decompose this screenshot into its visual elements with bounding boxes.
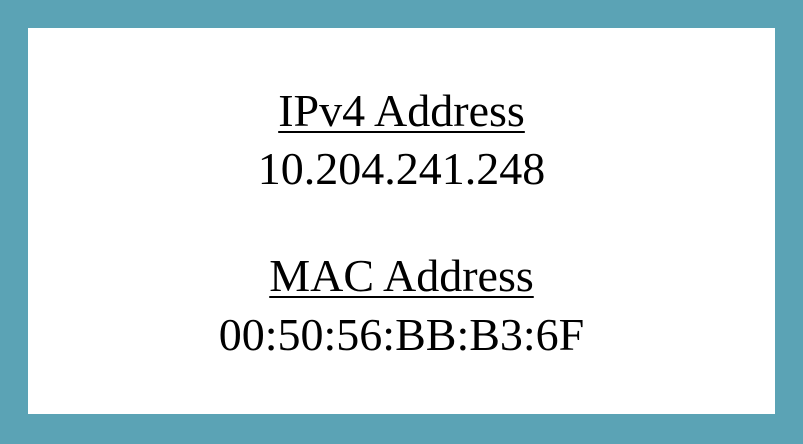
ipv4-address-value: 10.204.241.248	[257, 143, 546, 194]
ipv4-address-label: IPv4 Address	[278, 85, 525, 136]
mac-address-value: 00:50:56:BB:B3:6F	[218, 309, 585, 360]
info-panel-frame: IPv4 Address 10.204.241.248 MAC Address …	[0, 0, 803, 444]
mac-address-label: MAC Address	[269, 250, 534, 301]
network-info-content: IPv4 Address 10.204.241.248 MAC Address …	[28, 28, 775, 414]
